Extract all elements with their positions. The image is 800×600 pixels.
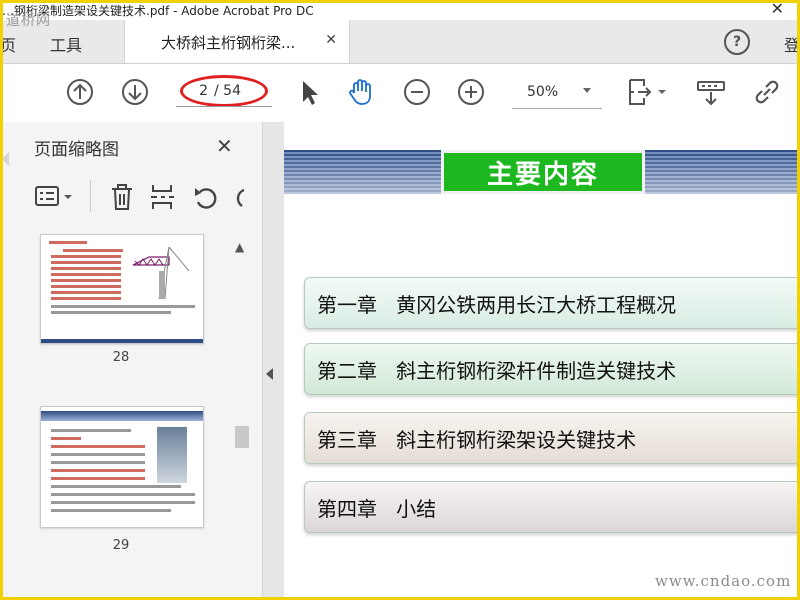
panel-pointer-icon	[2, 152, 9, 166]
page-fit-icon[interactable]	[624, 77, 670, 107]
undo-icon[interactable]	[192, 184, 220, 212]
tower-photo	[157, 427, 187, 483]
panel-toolbar	[0, 172, 262, 222]
title-bar: …钢桁梁制造架设关键技术.pdf - Adobe Acrobat Pro DC …	[0, 0, 800, 20]
thumb-text-line	[51, 501, 195, 504]
thumb-text-line	[51, 445, 145, 448]
select-arrow-icon[interactable]	[294, 77, 324, 107]
window-close-icon[interactable]: ✕	[771, 0, 784, 18]
panel-close-icon[interactable]: ✕	[216, 134, 233, 158]
crane-image	[132, 246, 190, 300]
trash-icon[interactable]	[108, 182, 136, 212]
thumb-text-line	[51, 477, 145, 480]
chevron-down-icon[interactable]	[583, 88, 591, 93]
tab-tools[interactable]: 工具	[50, 32, 82, 56]
thumb-text-line	[51, 311, 171, 314]
page-label-28: 28	[112, 350, 130, 365]
chapter-item-4: 第四章 小结	[304, 481, 800, 533]
panel-title: 页面缩略图	[34, 140, 119, 160]
zoom-in-icon[interactable]	[456, 77, 486, 107]
help-icon[interactable]: ?	[724, 29, 750, 55]
zoom-out-icon[interactable]	[402, 77, 432, 107]
extract-pages-icon[interactable]	[148, 182, 176, 212]
chapter-item-2: 第二章 斜主桁钢桁梁杆件制造关键技术	[304, 343, 800, 395]
watermark-url: www.cndao.com	[655, 572, 792, 590]
thumb-text-line	[51, 429, 131, 432]
collapse-panel-icon[interactable]	[266, 368, 273, 380]
page-label-29: 29	[112, 538, 130, 553]
thumb-text-line	[49, 241, 87, 244]
chapter-item-3: 第三章 斜主桁钢桁梁架设关键技术	[304, 412, 800, 464]
page-field-underline	[176, 106, 272, 107]
next-page-icon[interactable]	[120, 77, 150, 107]
thumb-text-line	[51, 493, 195, 496]
thumb-text-line	[51, 285, 121, 288]
chapter-label: 第二章 斜主桁钢桁梁杆件制造关键技术	[317, 358, 677, 383]
thumb-text-line	[51, 261, 121, 264]
tab-home[interactable]: 页	[0, 32, 16, 56]
tab-close-icon[interactable]: ✕	[325, 32, 337, 48]
scrollbar-thumb[interactable]	[235, 426, 249, 448]
thumb-text-line	[51, 469, 145, 472]
scroll-up-icon[interactable]: ▲	[235, 240, 244, 254]
sign-in-button[interactable]: 登	[784, 32, 800, 56]
thumb-text-line	[51, 461, 145, 464]
thumb-text-line	[51, 485, 181, 488]
toolbar-divider	[90, 180, 91, 212]
link-icon[interactable]	[752, 77, 782, 107]
zoom-select[interactable]: 50%	[527, 84, 558, 100]
chapter-label: 第四章 小结	[317, 496, 437, 521]
thumb-banner	[41, 411, 203, 421]
toolbar	[0, 64, 800, 123]
thumb-text-line	[51, 255, 121, 258]
page-thumbnail-29[interactable]	[40, 406, 204, 528]
thumbnails-scrollbar[interactable]	[232, 234, 252, 600]
tab-document-label: 大桥斜主桁钢桁梁...	[161, 34, 296, 52]
thumb-text-line	[51, 279, 121, 282]
thumb-text-line	[51, 297, 121, 300]
chapter-label: 第三章 斜主桁钢桁梁架设关键技术	[317, 427, 637, 452]
tab-bar: 页 工具 大桥斜主桁钢桁梁... ✕ ? 登	[0, 20, 800, 64]
thumb-text-line	[63, 249, 123, 252]
slide-title-box: 主要内容	[441, 150, 645, 194]
previous-page-icon[interactable]	[65, 77, 95, 107]
slide-title: 主要内容	[486, 159, 599, 190]
thumb-text-line	[51, 509, 171, 512]
chapter-item-1: 第一章 黄冈公铁两用长江大桥工程概况	[304, 277, 800, 329]
chapter-label: 第一章 黄冈公铁两用长江大桥工程概况	[317, 292, 677, 317]
thumb-text-line	[51, 273, 121, 276]
zoom-underline	[512, 108, 602, 109]
scroll-mode-icon[interactable]	[696, 77, 726, 107]
hand-icon[interactable]	[346, 77, 376, 107]
annotation-circle	[180, 75, 268, 107]
tab-document[interactable]: 大桥斜主桁钢桁梁... ✕	[124, 20, 350, 63]
redo-icon[interactable]	[232, 184, 246, 212]
thumb-footer-bar	[41, 339, 203, 343]
thumb-text-line	[51, 305, 195, 308]
thumb-text-line	[51, 291, 121, 294]
thumb-text-line	[51, 437, 81, 440]
thumb-text-line	[51, 453, 145, 456]
watermark-logo: 道桥网	[6, 13, 51, 29]
page-thumbnail-28[interactable]	[40, 234, 204, 344]
thumb-text-line	[51, 267, 121, 270]
thumbnail-options-icon[interactable]	[34, 184, 76, 210]
